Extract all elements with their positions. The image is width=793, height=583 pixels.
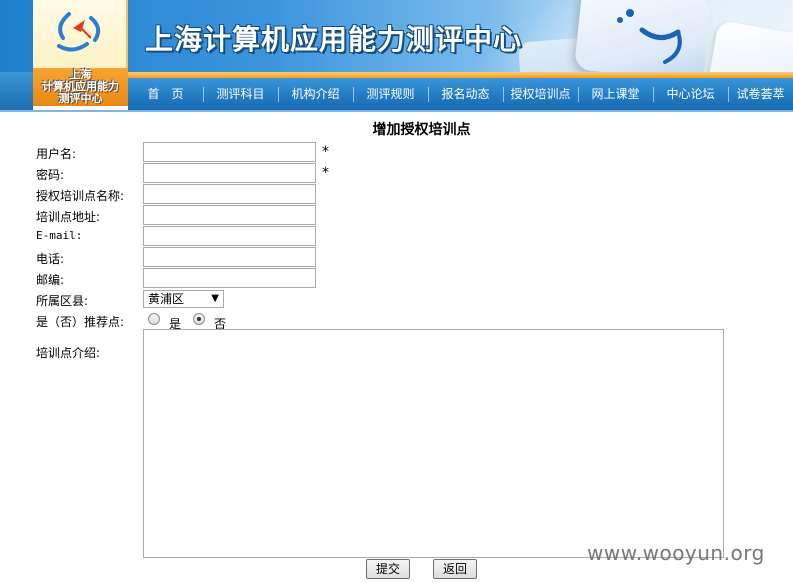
watermark: www.wooyun.org [587, 541, 765, 565]
main-nav: 首 页 测评科目 机构介绍 测评规则 报名动态 授权培训点 网上课堂 中心论坛 … [128, 78, 793, 111]
address-input[interactable] [143, 205, 316, 225]
nav-forum[interactable]: 中心论坛 [653, 78, 728, 111]
phone-input[interactable] [143, 247, 316, 267]
smiley-icon [617, 9, 682, 64]
submit-button[interactable]: 提交 [366, 559, 410, 579]
phone-label: 电话: [36, 252, 65, 266]
username-input[interactable] [143, 142, 316, 162]
intro-textarea[interactable] [143, 329, 724, 558]
dropdown-arrow-icon: ▼ [211, 293, 219, 304]
email-label: E-mail: [36, 229, 83, 242]
nav-online-class[interactable]: 网上课堂 [578, 78, 653, 111]
required-mark: * [322, 144, 329, 160]
nav-about[interactable]: 机构介绍 [278, 78, 353, 111]
logo-text: 上海 计算机应用能力 测评中心 [33, 68, 128, 106]
recommend-label: 是（否）推荐点: [36, 315, 125, 329]
center-name-label: 授权培训点名称: [36, 189, 125, 203]
address-label: 培训点地址: [36, 210, 101, 224]
logo-icon [57, 12, 101, 52]
zipcode-label: 邮编: [36, 273, 65, 287]
password-label: 密码: [36, 168, 65, 182]
intro-label: 培训点介绍: [36, 346, 101, 360]
nav-training-centers[interactable]: 授权培训点 [503, 78, 578, 111]
password-input[interactable] [143, 163, 316, 183]
email-input[interactable] [143, 226, 316, 246]
nav-registration[interactable]: 报名动态 [428, 78, 503, 111]
nav-subjects[interactable]: 测评科目 [203, 78, 278, 111]
form-title: 增加授权培训点 [372, 122, 471, 138]
district-select[interactable]: 黄浦区 ▼ [143, 290, 224, 308]
back-button[interactable]: 返回 [433, 559, 477, 579]
site-title: 上海计算机应用能力测评中心 [145, 23, 523, 56]
zipcode-input[interactable] [143, 268, 316, 288]
required-mark: * [322, 165, 329, 181]
nav-home[interactable]: 首 页 [128, 78, 203, 111]
center-name-input[interactable] [143, 184, 316, 204]
recommend-yes-radio[interactable] [148, 313, 160, 325]
recommend-no-radio[interactable] [193, 313, 205, 325]
nav-rules[interactable]: 测评规则 [353, 78, 428, 111]
nav-papers[interactable]: 试卷荟萃 [728, 78, 793, 111]
site-logo[interactable] [33, 0, 128, 72]
district-label: 所属区县: [36, 294, 89, 308]
username-label: 用户名: [36, 147, 77, 161]
